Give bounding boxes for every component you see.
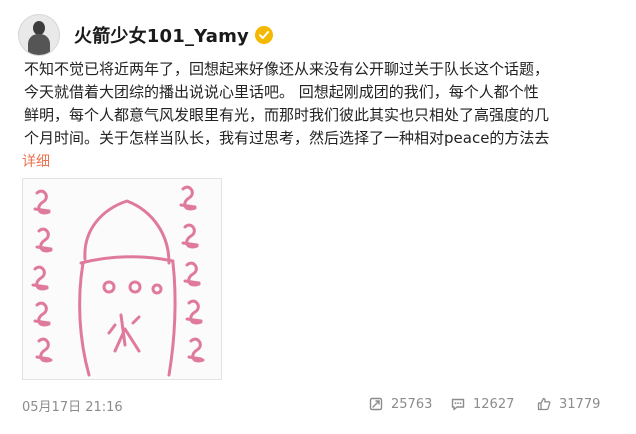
post-header: 火箭少女101_Yamy — [18, 12, 273, 58]
post-body: 不知不觉已将近两年了，回想起来好像还从来没有公开聊过关于队长这个话题， 今天就借… — [24, 58, 624, 150]
hand-drawing — [31, 185, 205, 377]
post-footer: 05月17日 21:16 25763 12627 31779 — [0, 386, 636, 426]
like-icon — [537, 397, 551, 411]
comment-button[interactable]: 12627 — [450, 396, 514, 412]
repost-icon — [369, 397, 383, 411]
post-timestamp: 05月17日 21:16 — [22, 400, 123, 415]
expand-more-link[interactable]: 详细 — [22, 151, 50, 171]
avatar[interactable] — [18, 14, 60, 56]
comment-icon — [451, 398, 465, 411]
post-body-line: 今天就借着大团综的播出说说心里话吧。 回想起刚成团的我们，每个人都个性 — [24, 83, 539, 101]
post-image[interactable] — [22, 178, 222, 380]
username-link[interactable]: 火箭少女101_Yamy — [74, 22, 249, 48]
post-body-line: 不知不觉已将近两年了，回想起来好像还从来没有公开聊过关于队长这个话题， — [24, 60, 550, 78]
post-body-line: 鲜明，每个人都意气风发眼里有光，而那时我们彼此其实也只相处了高强度的几 — [24, 106, 550, 124]
repost-count: 25763 — [391, 396, 433, 412]
comment-count: 12627 — [473, 396, 515, 412]
like-count: 31779 — [559, 396, 601, 412]
repost-button[interactable]: 25763 — [368, 396, 432, 412]
like-button[interactable]: 31779 — [536, 396, 600, 412]
post-body-line: 个月时间。关于怎样当队长，我有过思考，然后选择了一种相对peace的方法去 — [24, 129, 550, 147]
verified-icon — [255, 26, 273, 44]
